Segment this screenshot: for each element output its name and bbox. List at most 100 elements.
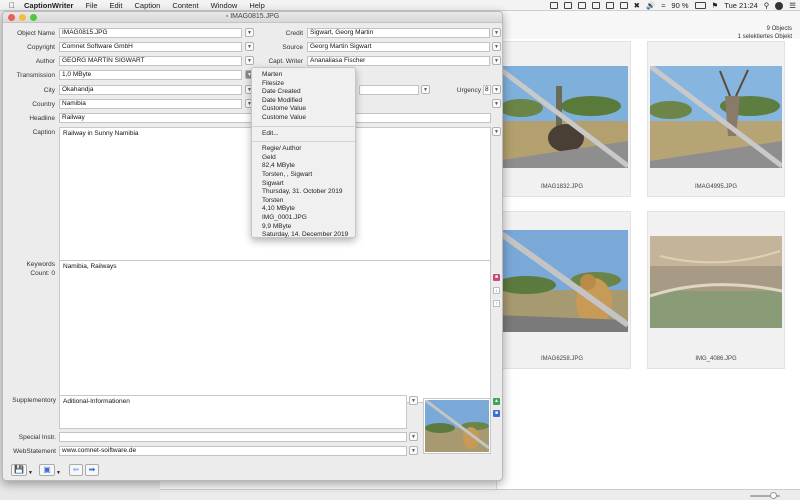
menu-file[interactable]: File — [79, 1, 103, 10]
country-code-dropdown[interactable]: ▼ — [492, 99, 501, 108]
user-avatar-icon[interactable] — [775, 1, 784, 10]
apple-icon[interactable]:  — [6, 1, 18, 10]
keywords-textarea[interactable]: Namibia, Railways — [59, 260, 491, 403]
flag-icon[interactable]: ⚑ — [712, 1, 719, 10]
thumbnail-item[interactable]: IMAG6258.JPG — [493, 211, 631, 369]
menu-separator — [252, 125, 355, 127]
menu-item[interactable]: IMG_0001.JPG — [252, 214, 355, 223]
thumbnail-image — [496, 230, 628, 332]
tray-camera-icon[interactable] — [577, 2, 586, 9]
source-dropdown[interactable]: ▼ — [492, 42, 501, 51]
label-urgency: Urgency — [456, 87, 481, 94]
menu-item[interactable]: Regie/ Author — [252, 145, 355, 154]
zoom-slider-knob[interactable] — [770, 492, 777, 499]
special-instr-dropdown[interactable]: ▼ — [409, 432, 418, 441]
menu-item[interactable]: Date Created — [252, 88, 355, 97]
tray-mail-icon[interactable] — [591, 2, 600, 9]
capt-writer-field[interactable]: Ananaliasa Fischer — [307, 56, 490, 66]
special-instr-field[interactable] — [59, 432, 407, 442]
thumbnail-name: IMG_4086.JPG — [695, 356, 737, 362]
menu-caption[interactable]: Caption — [128, 1, 166, 10]
label-copyright: Copyright — [27, 44, 55, 51]
tray-display-icon[interactable] — [549, 2, 558, 9]
country-field[interactable]: Namibia — [59, 99, 242, 109]
aerial-town-photo — [650, 236, 782, 328]
supplementary-dropdown[interactable]: ▼ — [409, 396, 418, 405]
thumbnail-image — [650, 66, 782, 168]
webstatement-dropdown[interactable]: ▼ — [409, 446, 418, 455]
thumbnail-item[interactable]: IMG_4086.JPG — [647, 211, 785, 369]
copyright-field[interactable]: Comnet Software GmbH — [59, 42, 242, 52]
menu-item[interactable]: Sigwart — [252, 180, 355, 189]
urgency-field[interactable]: 8 — [483, 85, 491, 95]
menu-help[interactable]: Help — [243, 1, 270, 10]
credit-dropdown[interactable]: ▼ — [492, 28, 501, 37]
bluetooth-icon[interactable]: ✖ — [634, 1, 640, 10]
caption-dropdown[interactable]: ▼ — [492, 127, 501, 136]
capt-writer-dropdown[interactable]: ▼ — [492, 56, 501, 65]
menu-item[interactable]: Marten — [252, 71, 355, 80]
tray-sync-icon[interactable] — [619, 2, 628, 9]
template-button[interactable]: ▣ — [39, 464, 55, 476]
menu-item[interactable]: Torsten, , Sigwart — [252, 171, 355, 180]
next-button[interactable]: ➡ — [85, 464, 99, 476]
tray-screen-icon[interactable] — [563, 2, 572, 9]
label-country: Country — [32, 101, 55, 108]
menu-window[interactable]: Window — [205, 1, 244, 10]
label-webstatement: WebStatement — [13, 448, 56, 455]
battery-icon[interactable] — [694, 2, 706, 9]
menu-item-edit[interactable]: Edit... — [252, 130, 355, 139]
menu-item[interactable]: Custome Value — [252, 114, 355, 123]
thumbnail-image — [496, 66, 628, 168]
supplementary-textarea[interactable]: Aditional-Informationen — [59, 395, 407, 429]
label-transmission: Transmission — [16, 72, 55, 79]
volume-icon[interactable]: 🔊 — [646, 1, 655, 10]
thumbnail-item[interactable]: IMAG4995.JPG — [647, 41, 785, 197]
warthog-photo — [496, 66, 628, 168]
menu-item[interactable]: 9,9 MByte — [252, 223, 355, 232]
object-name-field[interactable]: IMAG0815.JPG — [59, 28, 242, 38]
label-supplementary: Supplementory — [12, 397, 56, 404]
list-icon[interactable]: ☰ — [789, 1, 796, 10]
transmission-field[interactable]: 1,0 MByte — [59, 70, 242, 80]
thumbnail-item[interactable]: IMAG1832.JPG — [493, 41, 631, 197]
menu-content[interactable]: Content — [166, 1, 204, 10]
save-button[interactable]: 💾 — [11, 464, 27, 476]
city-field[interactable]: Okahandja — [59, 85, 242, 95]
author-field[interactable]: GEORG MARTIN SIGWART — [59, 56, 242, 66]
menu-item[interactable]: Date Modified — [252, 97, 355, 106]
state-dropdown[interactable]: ▼ — [421, 85, 430, 94]
menu-item[interactable]: 82,4 MByte — [252, 162, 355, 171]
tray-clock-icon[interactable] — [605, 2, 614, 9]
label-capt-writer: Capt. Writer — [268, 58, 303, 65]
menu-edit[interactable]: Edit — [104, 1, 129, 10]
menu-item[interactable]: 4,10 MByte — [252, 205, 355, 214]
menu-item[interactable]: Torsten — [252, 197, 355, 206]
menu-item[interactable]: Thursday, 31. October 2019 — [252, 188, 355, 197]
webstatement-field[interactable]: www.comnet-soiftware.de — [59, 446, 407, 456]
menu-item[interactable]: Custome Value — [252, 105, 355, 114]
state-field[interactable] — [359, 85, 419, 95]
menu-app-name[interactable]: CaptionWriter — [18, 1, 79, 10]
menu-item[interactable]: Saturday, 14. December 2019 — [252, 231, 355, 240]
label-city: City — [43, 87, 55, 94]
keywords-catalog-icon[interactable]: ■ — [493, 274, 500, 281]
menu-item[interactable]: Geld — [252, 154, 355, 163]
source-field[interactable]: Georg Martin Sigwart — [307, 42, 490, 52]
credit-field[interactable]: Sigwart, Georg Martin — [307, 28, 490, 38]
label-headline: Headline — [29, 115, 55, 122]
urgency-dropdown[interactable]: ▼ — [492, 85, 501, 94]
save-menu-chevron-icon[interactable]: ▼ — [28, 470, 33, 476]
thumbnail-name: IMAG1832.JPG — [540, 184, 584, 190]
keywords-import-icon[interactable]: ↓ — [493, 287, 500, 294]
preview-refresh-icon[interactable]: ■ — [493, 410, 500, 417]
search-icon[interactable]: ⚲ — [764, 1, 770, 10]
clock[interactable]: Tue 21:24 — [724, 1, 758, 10]
previous-button[interactable]: ⬅ — [69, 464, 83, 476]
wifi-icon[interactable]: ≈ — [661, 1, 665, 10]
menu-item[interactable]: Filesize — [252, 80, 355, 89]
keywords-export-icon[interactable]: ↑ — [493, 300, 500, 307]
kudu-photo — [650, 66, 782, 168]
template-menu-chevron-icon[interactable]: ▼ — [56, 470, 61, 476]
preview-zoom-icon[interactable]: ▲ — [493, 398, 500, 405]
